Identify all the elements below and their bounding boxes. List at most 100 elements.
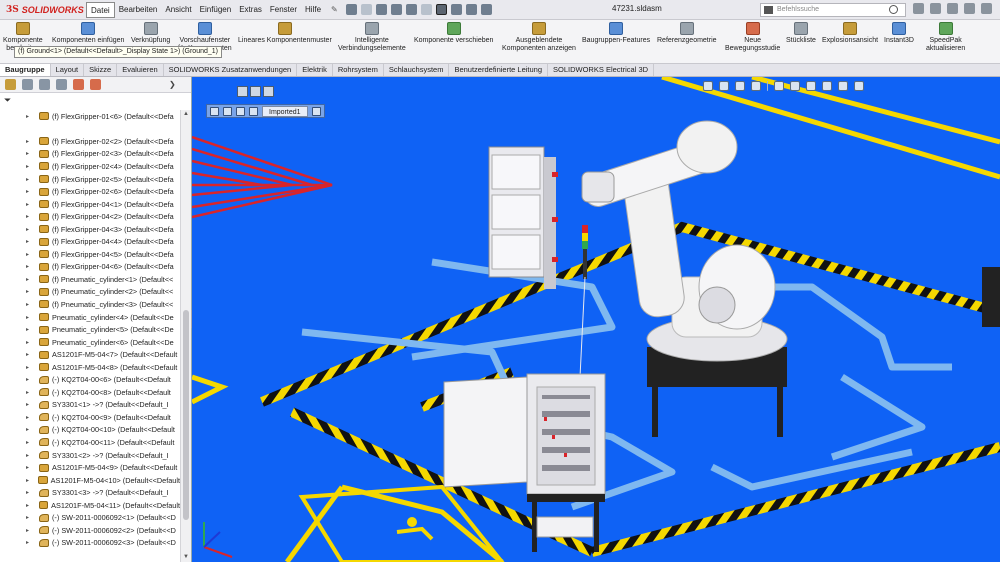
tree-item[interactable]: ▸ (f) FlexGripper-04<5> (Default<<Defa bbox=[0, 248, 180, 261]
explosionsansicht-button[interactable]: Explosionsansicht bbox=[822, 22, 878, 45]
tab-evaluieren[interactable]: Evaluieren bbox=[117, 64, 164, 76]
undo-icon[interactable] bbox=[420, 4, 432, 15]
tree-item[interactable]: ▸ Pneumatic_cylinder<6> (Default<<De bbox=[0, 336, 180, 349]
expand-arrow-icon[interactable]: ▸ bbox=[0, 339, 36, 346]
tree-item[interactable]: ▸ (f) FlexGripper-02<5> (Default<<Defa bbox=[0, 173, 180, 186]
minimize-icon[interactable] bbox=[947, 3, 958, 14]
tree-item[interactable]: ▸ AS1201F-M5-04<10> (Default<<Default bbox=[0, 474, 180, 487]
feature-breadcrumb-icon[interactable] bbox=[249, 106, 258, 116]
expand-arrow-icon[interactable]: ▸ bbox=[0, 251, 36, 258]
expand-arrow-icon[interactable]: ▸ bbox=[0, 401, 36, 408]
imported-body-label[interactable]: Imported1 bbox=[262, 105, 308, 117]
verknuepfung-button[interactable]: Verknüpfung bbox=[131, 22, 170, 45]
expand-arrow-icon[interactable]: ▸ bbox=[0, 163, 36, 170]
tab-layout[interactable]: Layout bbox=[51, 64, 85, 76]
graphics-viewport[interactable] bbox=[192, 77, 1000, 562]
expand-arrow-icon[interactable]: ▸ bbox=[0, 201, 36, 208]
options-icon[interactable] bbox=[480, 4, 492, 15]
tree-item[interactable]: ▸ (f) Pneumatic_cylinder<2> (Default<< bbox=[0, 286, 180, 299]
rebuild-icon[interactable] bbox=[450, 4, 462, 15]
komponente-verschieben-button[interactable]: Komponente verschieben bbox=[414, 22, 493, 45]
expand-arrow-icon[interactable]: ▸ bbox=[0, 489, 36, 496]
expand-arrow-icon[interactable]: ▸ bbox=[0, 414, 36, 421]
expand-arrow-icon[interactable]: ▸ bbox=[0, 288, 36, 295]
expand-arrow-icon[interactable]: ▸ bbox=[0, 301, 36, 308]
tree-item[interactable] bbox=[0, 123, 180, 136]
panel-expand-chevron-icon[interactable]: ❯ bbox=[169, 80, 176, 89]
assembly-breadcrumb-icon[interactable] bbox=[210, 106, 219, 116]
menu-hilfe[interactable]: Hilfe bbox=[301, 2, 325, 18]
hide-show-items-icon[interactable] bbox=[806, 81, 816, 91]
body-breadcrumb-icon[interactable] bbox=[311, 106, 321, 116]
tree-item[interactable]: ▸ (f) FlexGripper-02<6> (Default<<Defa bbox=[0, 185, 180, 198]
expand-arrow-icon[interactable]: ▸ bbox=[0, 477, 35, 484]
expand-arrow-icon[interactable]: ▸ bbox=[0, 514, 36, 521]
tree-item[interactable]: ▸ Pneumatic_cylinder<4> (Default<<De bbox=[0, 311, 180, 324]
command-search-input[interactable]: Befehlssuche bbox=[760, 3, 906, 17]
expand-arrow-icon[interactable]: ▸ bbox=[0, 263, 36, 270]
search-icon[interactable] bbox=[889, 5, 898, 14]
pin-menu-icon[interactable]: ✎ bbox=[325, 5, 344, 14]
menu-extras[interactable]: Extras bbox=[235, 2, 266, 18]
referenzgeometrie-button[interactable]: Referenzgeometrie bbox=[657, 22, 717, 45]
tree-item[interactable]: ▸ (f) FlexGripper-04<4> (Default<<Defa bbox=[0, 235, 180, 248]
tree-item[interactable]: ▸ AS1201F-M5-04<11> (Default<<Default bbox=[0, 499, 180, 512]
view-orientation-icon[interactable] bbox=[774, 81, 784, 91]
tree-item[interactable]: ▸ (-) KQ2T04-00<9> (Default<<Default bbox=[0, 411, 180, 424]
solidworks-logo[interactable]: 3S SOLIDWORKS bbox=[0, 5, 86, 15]
scroll-down-icon[interactable]: ▼ bbox=[183, 554, 189, 560]
menu-einfuegen[interactable]: Einfügen bbox=[196, 2, 236, 18]
intelligente-verbindungselemente-button[interactable]: Intelligente Verbindungselemente bbox=[338, 22, 406, 53]
tree-item[interactable]: ▸ Pneumatic_cylinder<5> (Default<<De bbox=[0, 323, 180, 336]
scene-icon[interactable] bbox=[838, 81, 848, 91]
ausgeblendete-komponenten-button[interactable]: Ausgeblendete Komponenten anzeigen bbox=[502, 22, 576, 53]
menu-fenster[interactable]: Fenster bbox=[266, 2, 301, 18]
expand-arrow-icon[interactable]: ▸ bbox=[0, 426, 36, 433]
expand-arrow-icon[interactable]: ▸ bbox=[0, 351, 36, 358]
move-triad-icon[interactable] bbox=[250, 86, 261, 97]
expand-arrow-icon[interactable]: ▸ bbox=[0, 314, 36, 321]
tab-baugruppe[interactable]: Baugruppe bbox=[0, 64, 51, 76]
open-icon[interactable] bbox=[375, 4, 387, 15]
zoom-to-fit-icon[interactable] bbox=[703, 81, 713, 91]
tree-item[interactable]: ▸ (-) SW-2011-0006092<3> (Default<<D bbox=[0, 537, 180, 550]
expand-arrow-icon[interactable]: ▸ bbox=[0, 527, 36, 534]
expand-arrow-icon[interactable]: ▸ bbox=[0, 452, 36, 459]
tree-item[interactable]: ▸ (f) FlexGripper-04<3> (Default<<Defa bbox=[0, 223, 180, 236]
expand-arrow-icon[interactable]: ▸ bbox=[0, 138, 36, 145]
speedpak-button[interactable]: SpeedPak aktualisieren bbox=[926, 22, 965, 53]
tab-schlauchsystem[interactable]: Schlauchsystem bbox=[384, 64, 450, 76]
tree-item[interactable]: ▸ (f) FlexGripper-04<1> (Default<<Defa bbox=[0, 198, 180, 211]
expand-arrow-icon[interactable]: ▸ bbox=[0, 238, 36, 245]
tree-item[interactable]: ▸ AS1201F-M5-04<7> (Default<<Default bbox=[0, 348, 180, 361]
user-icon[interactable] bbox=[930, 3, 941, 14]
home-icon[interactable] bbox=[345, 4, 357, 15]
scroll-thumb[interactable] bbox=[183, 310, 189, 520]
lineares-komponentenmuster-button[interactable]: Lineares Komponentenmuster bbox=[238, 22, 332, 45]
tree-item[interactable]: ▸ AS1201F-M5-04<8> (Default<<Default bbox=[0, 361, 180, 374]
tree-item[interactable]: ▸ (-) SW-2011-0006092<2> (Default<<D bbox=[0, 524, 180, 537]
tree-item[interactable]: ▸ (f) FlexGripper-02<2> (Default<<Defa bbox=[0, 135, 180, 148]
select-icon[interactable] bbox=[435, 4, 447, 15]
tree-item[interactable]: ▸ (f) FlexGripper-01<6> (Default<<Defa bbox=[0, 110, 180, 123]
tree-scrollbar[interactable]: ▲ ▼ bbox=[180, 110, 191, 562]
expand-arrow-icon[interactable]: ▸ bbox=[0, 213, 36, 220]
tree-item[interactable]: ▸ (-) KQ2T04-00<10> (Default<<Default bbox=[0, 424, 180, 437]
scroll-up-icon[interactable]: ▲ bbox=[183, 111, 189, 117]
previous-view-icon[interactable] bbox=[735, 81, 745, 91]
expand-arrow-icon[interactable]: ▸ bbox=[0, 364, 36, 371]
save-icon[interactable] bbox=[390, 4, 402, 15]
rotate-icon[interactable] bbox=[263, 86, 274, 97]
expand-arrow-icon[interactable]: ▸ bbox=[0, 389, 36, 396]
tree-item[interactable]: ▸ AS1201F-M5-04<9> (Default<<Default bbox=[0, 461, 180, 474]
tree-item[interactable]: ▸ SY3301<2> ->? (Default<<Default_I bbox=[0, 449, 180, 462]
tree-item[interactable]: ▸ (f) Pneumatic_cylinder<1> (Default<< bbox=[0, 273, 180, 286]
electrical-tab-icon[interactable] bbox=[90, 79, 101, 90]
display-manager-tab-icon[interactable] bbox=[73, 79, 84, 90]
new-document-icon[interactable] bbox=[360, 4, 372, 15]
view-settings-icon[interactable] bbox=[854, 81, 864, 91]
file-properties-icon[interactable] bbox=[465, 4, 477, 15]
expand-arrow-icon[interactable]: ▸ bbox=[0, 326, 36, 333]
display-style-icon[interactable] bbox=[790, 81, 800, 91]
tree-item[interactable]: ▸ (-) KQ2T04-00<11> (Default<<Default bbox=[0, 436, 180, 449]
